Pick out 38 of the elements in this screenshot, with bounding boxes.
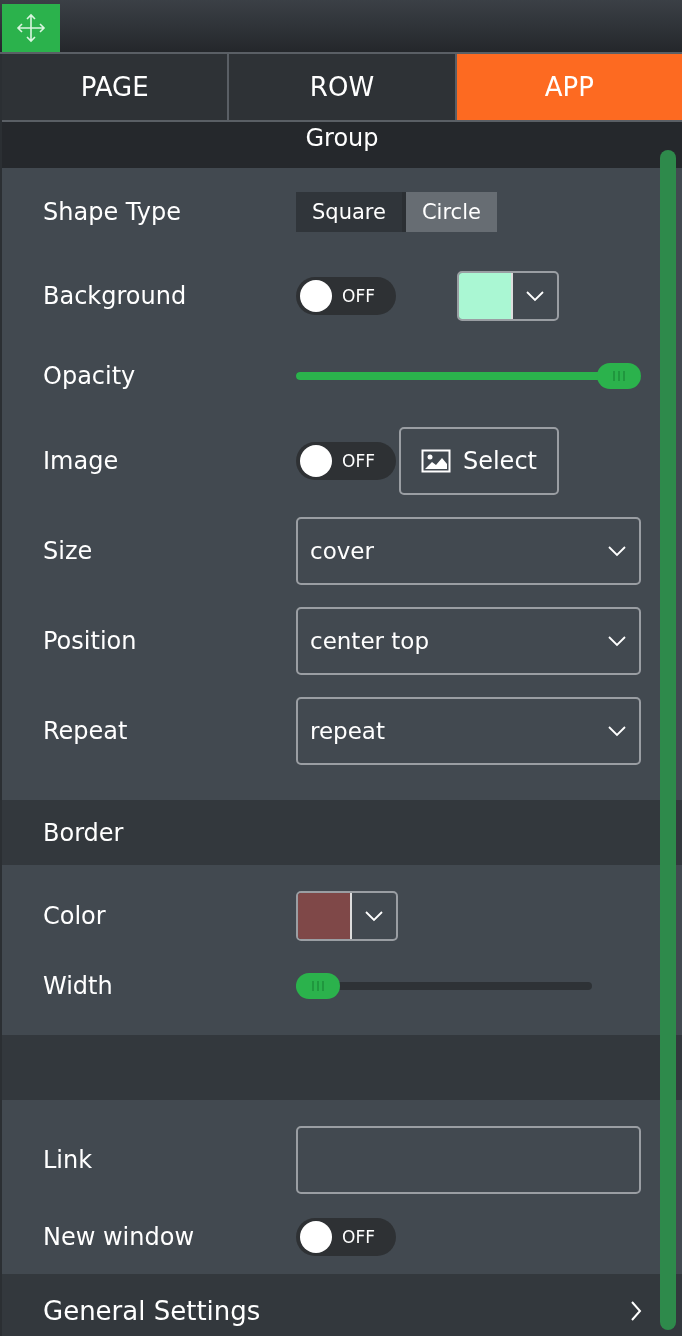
move-icon[interactable] (2, 4, 60, 52)
setting-label: Background (43, 282, 188, 310)
segment-button[interactable]: Circle (405, 192, 497, 232)
setting-label: New window (43, 1223, 196, 1251)
slider-thumb[interactable] (296, 973, 340, 999)
setting-label: Repeat (43, 717, 129, 745)
setting-label: Position (43, 627, 138, 655)
setting-label: Size (43, 537, 94, 565)
setting-label: Image (43, 447, 120, 475)
chevron-down-icon (364, 910, 384, 922)
segment-button[interactable]: Square (296, 192, 402, 232)
section-header: Border (43, 818, 124, 847)
dropdown[interactable]: cover (296, 517, 641, 585)
general-settings-item[interactable]: General Settings (2, 1274, 682, 1336)
select-image-button[interactable]: Select (398, 427, 559, 495)
slider-thumb[interactable] (597, 363, 641, 389)
link-field[interactable] (296, 1126, 641, 1194)
setting-label: Opacity (43, 362, 137, 390)
group-title: Group (305, 124, 379, 154)
color-picker[interactable] (457, 271, 559, 321)
chevron-down-icon (607, 635, 627, 647)
toggle-switch[interactable]: OFF (296, 1218, 396, 1256)
dropdown[interactable]: repeat (296, 697, 641, 765)
chevron-down-icon (607, 545, 627, 557)
setting-label: Shape Type (43, 198, 182, 226)
scrollbar[interactable] (660, 150, 676, 1330)
dropdown[interactable]: center top (296, 607, 641, 675)
general-settings-label: General Settings (43, 1296, 261, 1326)
setting-label: Width (43, 972, 114, 1000)
toggle-switch[interactable]: OFF (296, 442, 396, 480)
color-picker[interactable] (296, 891, 398, 941)
toggle-switch[interactable]: OFF (296, 277, 396, 315)
setting-label: Link (43, 1146, 94, 1174)
chevron-down-icon (607, 725, 627, 737)
setting-label: Color (43, 902, 107, 930)
image-icon (420, 449, 451, 473)
chevron-down-icon (525, 290, 545, 302)
chevron-right-icon (630, 1300, 642, 1322)
